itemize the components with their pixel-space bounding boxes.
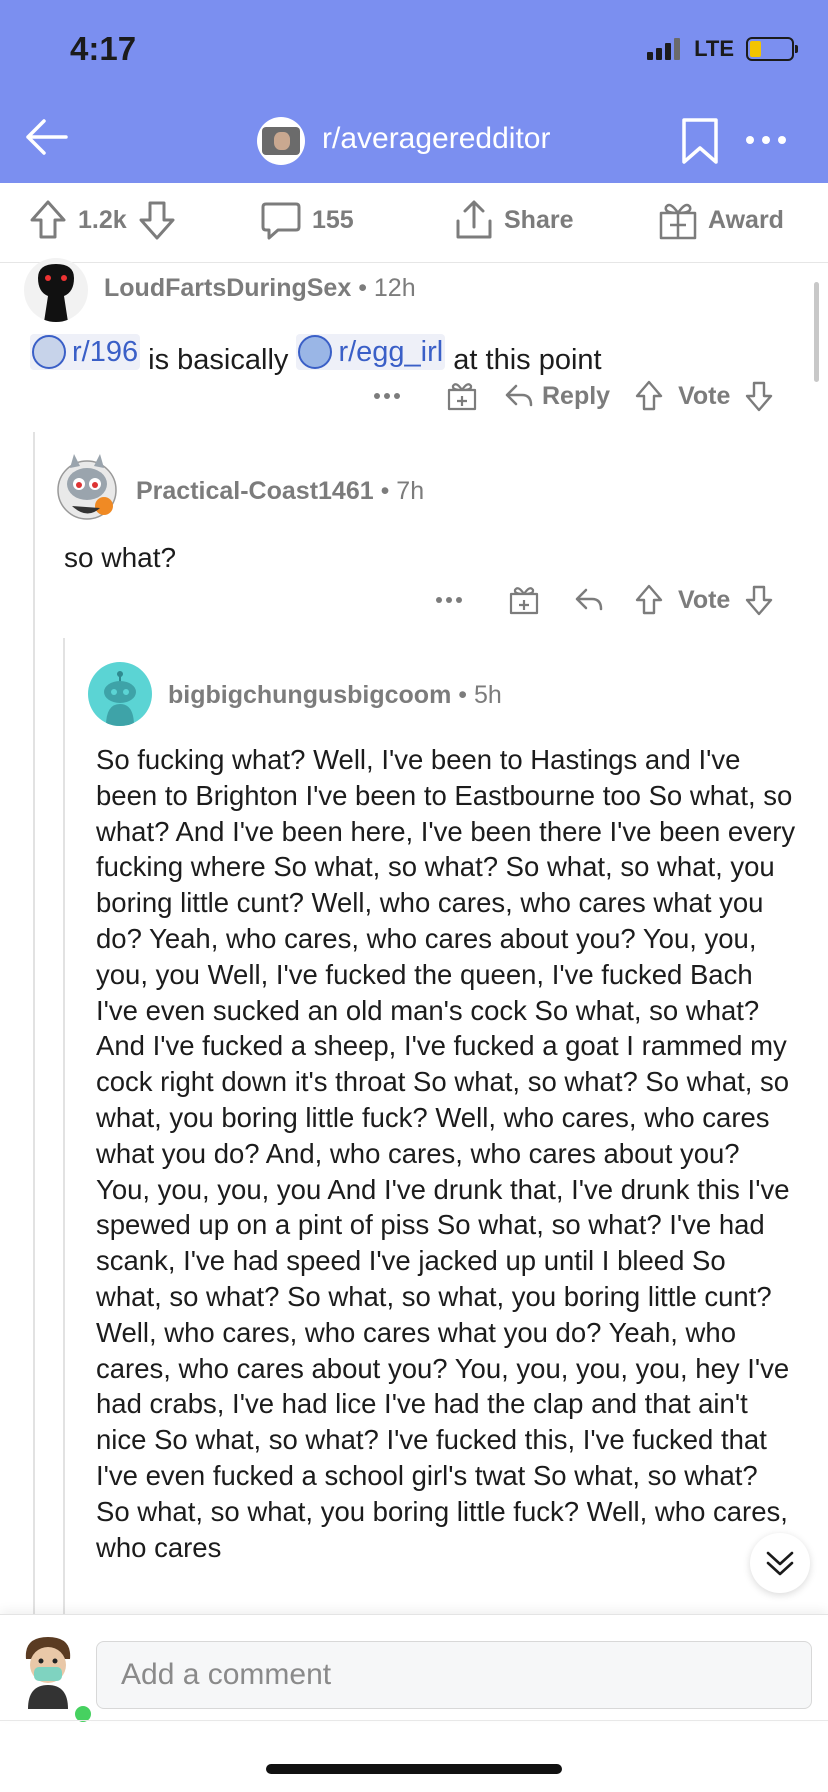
- subreddit-196-icon: [32, 335, 66, 369]
- comment-author-line: LoudFartsDuringSex • 12h: [104, 274, 416, 302]
- post-action-bar: 1.2k 155 Share Award: [0, 183, 828, 263]
- avatar[interactable]: [88, 662, 152, 726]
- double-chevron-down-icon: [766, 1551, 794, 1576]
- thread-line[interactable]: [63, 638, 65, 1614]
- post-vote-group: 1.2k: [28, 199, 177, 241]
- comment-body: r/196 is basically r/egg_irl at this poi…: [30, 334, 602, 378]
- comment-body-text: is basically: [140, 344, 297, 376]
- award-label: Award: [708, 205, 784, 234]
- comment-author-line: Practical-Coast1461 • 7h: [136, 477, 425, 505]
- award-gift-icon[interactable]: [508, 584, 540, 616]
- downvote-icon[interactable]: [744, 380, 774, 412]
- subreddit-link[interactable]: r/egg_irl: [296, 334, 446, 370]
- collapse-button[interactable]: [750, 1533, 810, 1593]
- divider: [0, 1720, 828, 1721]
- subreddit-egg-irl-icon: [298, 335, 333, 369]
- comment-count: 155: [312, 205, 354, 234]
- comment-bubble-icon: [261, 202, 301, 240]
- subreddit-avatar[interactable]: [257, 117, 305, 165]
- thread-line[interactable]: [33, 432, 35, 1614]
- comment-author-line: bigbigchungusbigcoom • 5h: [168, 681, 502, 709]
- more-dots-icon[interactable]: [372, 386, 402, 406]
- comment-author[interactable]: bigbigchungusbigcoom: [168, 681, 451, 709]
- upvote-icon[interactable]: [634, 584, 664, 616]
- upvote-count: 1.2k: [78, 205, 127, 234]
- home-indicator[interactable]: [266, 1764, 562, 1774]
- comment-time: 7h: [396, 477, 425, 505]
- award-button[interactable]: Award: [658, 199, 784, 241]
- scrollbar[interactable]: [814, 282, 819, 382]
- downvote-icon[interactable]: [137, 199, 177, 241]
- reply-arrow-icon[interactable]: [574, 587, 604, 613]
- signal-icon: [647, 38, 681, 60]
- subreddit-link[interactable]: r/196: [30, 334, 141, 370]
- comment-body: So fucking what? Well, I've been to Hast…: [96, 744, 796, 1563]
- back-arrow-icon[interactable]: [22, 112, 72, 162]
- more-options-icon[interactable]: [742, 120, 790, 160]
- comment-actions: Vote: [434, 584, 774, 616]
- header-bar: 4:17 LTE r/averageredditor: [0, 0, 828, 183]
- award-gift-icon[interactable]: [446, 380, 478, 412]
- avatar[interactable]: [54, 450, 120, 526]
- share-icon: [456, 200, 492, 239]
- share-button[interactable]: Share: [454, 199, 573, 241]
- upvote-icon[interactable]: [28, 199, 68, 241]
- award-gift-icon: [659, 203, 697, 240]
- comment-input[interactable]: Add a comment: [96, 1641, 812, 1709]
- comment-actions: Reply Vote: [372, 380, 774, 412]
- comment-vote-group: Vote: [634, 584, 774, 616]
- comments-button[interactable]: 155: [260, 199, 354, 241]
- user-avatar[interactable]: [14, 1631, 94, 1725]
- status-time: 4:17: [70, 30, 137, 67]
- network-label: LTE: [694, 36, 734, 61]
- upvote-icon[interactable]: [634, 380, 664, 412]
- reply-arrow-icon: [505, 384, 533, 407]
- post-divider: [0, 262, 828, 263]
- bookmark-icon[interactable]: [680, 116, 720, 166]
- vote-label: Vote: [678, 585, 731, 614]
- share-label: Share: [504, 205, 574, 234]
- comment-body-text: at this point: [445, 344, 602, 376]
- comment-composer: Add a comment: [0, 1614, 828, 1725]
- subreddit-name[interactable]: r/averageredditor: [322, 122, 550, 156]
- reply-label: Reply: [542, 381, 611, 410]
- comment-author[interactable]: Practical-Coast1461: [136, 477, 374, 505]
- status-icons: LTE: [647, 36, 798, 62]
- downvote-icon[interactable]: [744, 584, 774, 616]
- comment-body: so what?: [64, 542, 177, 573]
- comment-time: 5h: [473, 681, 502, 709]
- comment-vote-group: Vote: [634, 380, 774, 412]
- reply-button[interactable]: Reply: [504, 382, 610, 411]
- vote-label: Vote: [678, 381, 731, 410]
- more-dots-icon[interactable]: [434, 590, 464, 610]
- comment-time: 12h: [373, 274, 416, 302]
- avatar[interactable]: [24, 258, 88, 322]
- online-status-dot: [72, 1703, 94, 1725]
- comment-author[interactable]: LoudFartsDuringSex: [104, 274, 351, 302]
- battery-icon: [746, 37, 798, 61]
